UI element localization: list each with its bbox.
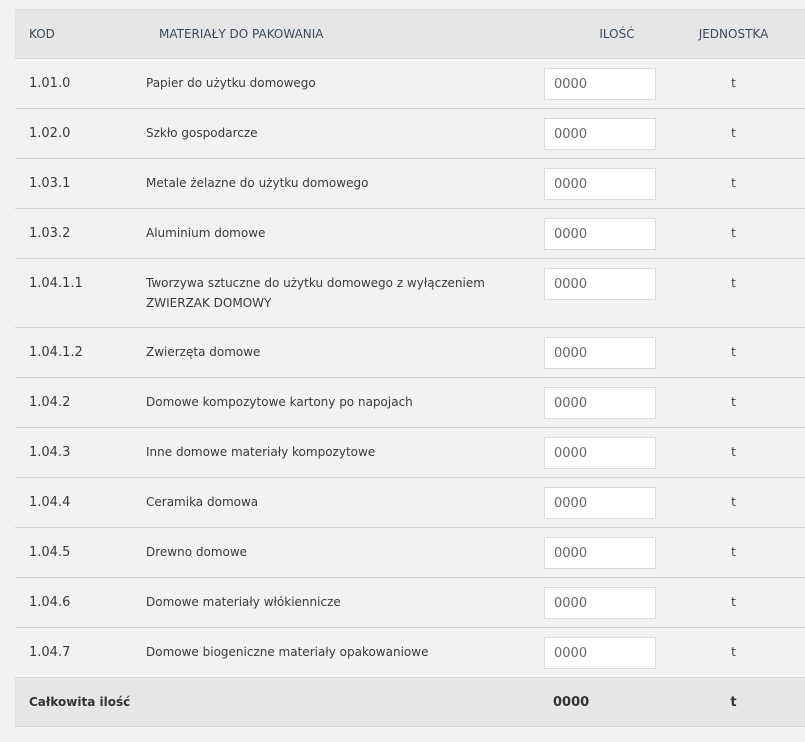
- row-code: 1.04.3: [29, 445, 71, 460]
- row-unit: t: [731, 76, 736, 90]
- packaging-materials-form: KOD MATERIAŁY DO PAKOWANIA ILOŚĆ JEDNOST…: [15, 9, 805, 727]
- row-unit: t: [731, 126, 736, 140]
- row-code: 1.04.2: [29, 395, 71, 410]
- row-material-name: Szkło gospodarcze: [146, 126, 258, 140]
- row-code: 1.02.0: [29, 126, 71, 141]
- table-row: 1.04.1.2 Zwierzęta domowe t: [15, 328, 805, 378]
- row-unit: t: [731, 345, 736, 359]
- row-material-name: Aluminium domowe: [146, 226, 266, 240]
- row-unit: t: [731, 445, 736, 459]
- row-unit: t: [731, 176, 736, 190]
- row-material-name: Zwierzęta domowe: [146, 345, 261, 359]
- quantity-input[interactable]: [544, 218, 656, 250]
- row-code: 1.04.4: [29, 495, 71, 510]
- header-materials: MATERIAŁY DO PAKOWANIA: [145, 9, 532, 59]
- header-unit: JEDNOSTKA: [662, 9, 805, 59]
- row-material-name: Ceramika domowa: [146, 495, 259, 509]
- quantity-input[interactable]: [544, 437, 656, 469]
- table-row: 1.04.5 Drewno domowe t: [15, 528, 805, 578]
- row-code: 1.04.6: [29, 595, 71, 610]
- row-unit: t: [731, 276, 736, 290]
- total-unit: t: [662, 677, 805, 727]
- row-code: 1.04.1.1: [29, 276, 83, 291]
- quantity-input[interactable]: [544, 68, 656, 100]
- table-row: 1.01.0 Papier do użytku domowego t: [15, 59, 805, 109]
- quantity-input[interactable]: [544, 337, 656, 369]
- table-row: 1.04.1.1 Tworzywa sztuczne do użytku dom…: [15, 259, 805, 328]
- quantity-input[interactable]: [544, 637, 656, 669]
- quantity-input[interactable]: [544, 387, 656, 419]
- row-code: 1.04.5: [29, 545, 71, 560]
- row-material-name: Domowe biogeniczne materiały opakowaniow…: [146, 645, 429, 659]
- table-row: 1.02.0 Szkło gospodarcze t: [15, 109, 805, 159]
- header-quantity: ILOŚĆ: [532, 9, 662, 59]
- quantity-input[interactable]: [544, 487, 656, 519]
- total-label: Całkowita ilość: [15, 677, 532, 727]
- row-unit: t: [731, 226, 736, 240]
- quantity-input[interactable]: [544, 168, 656, 200]
- row-code: 1.01.0: [29, 76, 71, 91]
- row-material-name: Inne domowe materiały kompozytowe: [146, 445, 376, 459]
- packaging-materials-table: KOD MATERIAŁY DO PAKOWANIA ILOŚĆ JEDNOST…: [15, 9, 805, 727]
- table-row: 1.03.2 Aluminium domowe t: [15, 209, 805, 259]
- table-row: 1.04.7 Domowe biogeniczne materiały opak…: [15, 628, 805, 678]
- row-material-name: Domowe materiały włókiennicze: [146, 595, 341, 609]
- row-unit: t: [731, 545, 736, 559]
- row-material-name: Metale żelazne do użytku domowego: [146, 176, 369, 190]
- table-row: 1.04.6 Domowe materiały włókiennicze t: [15, 578, 805, 628]
- row-code: 1.04.1.2: [29, 345, 83, 360]
- total-quantity: 0000: [532, 677, 662, 727]
- quantity-input[interactable]: [544, 268, 656, 300]
- quantity-input[interactable]: [544, 587, 656, 619]
- quantity-input[interactable]: [544, 118, 656, 150]
- row-unit: t: [731, 495, 736, 509]
- row-code: 1.03.2: [29, 226, 71, 241]
- quantity-input[interactable]: [544, 537, 656, 569]
- row-material-name: Papier do użytku domowego: [146, 76, 316, 90]
- row-unit: t: [731, 395, 736, 409]
- header-code: KOD: [15, 9, 145, 59]
- table-row: 1.04.4 Ceramika domowa t: [15, 478, 805, 528]
- row-unit: t: [731, 645, 736, 659]
- table-row: 1.04.2 Domowe kompozytowe kartony po nap…: [15, 378, 805, 428]
- row-material-name: Tworzywa sztuczne do użytku domowego z w…: [146, 276, 485, 310]
- row-code: 1.04.7: [29, 645, 71, 660]
- table-header-row: KOD MATERIAŁY DO PAKOWANIA ILOŚĆ JEDNOST…: [15, 9, 805, 59]
- row-material-name: Domowe kompozytowe kartony po napojach: [146, 395, 413, 409]
- table-row: 1.04.3 Inne domowe materiały kompozytowe…: [15, 428, 805, 478]
- row-material-name: Drewno domowe: [146, 545, 248, 559]
- row-unit: t: [731, 595, 736, 609]
- table-row: 1.03.1 Metale żelazne do użytku domowego…: [15, 159, 805, 209]
- total-row: Całkowita ilość 0000 t: [15, 677, 805, 727]
- row-code: 1.03.1: [29, 176, 71, 191]
